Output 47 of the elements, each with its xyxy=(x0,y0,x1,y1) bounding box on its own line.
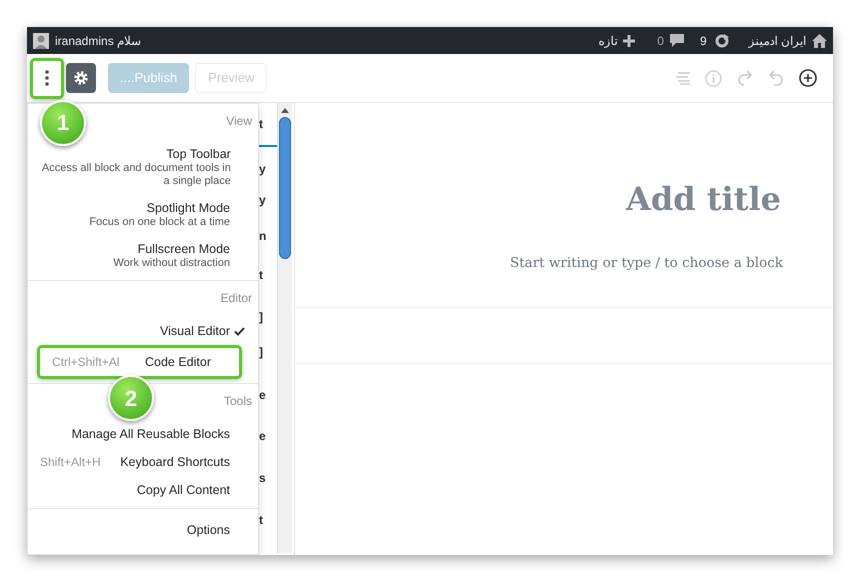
updates-count[interactable]: 9 xyxy=(700,32,707,50)
post-title-field[interactable]: Add title xyxy=(626,175,781,223)
scrollbar-thumb[interactable] xyxy=(279,117,291,259)
redo-icon[interactable] xyxy=(737,70,753,86)
home-icon xyxy=(812,34,827,48)
list-view-icon[interactable] xyxy=(674,71,690,85)
menu-item[interactable]: Copy All Content xyxy=(28,476,258,504)
comments-count[interactable]: 0 xyxy=(657,32,664,50)
tab-indicator xyxy=(259,145,278,147)
undo-icon[interactable] xyxy=(768,70,784,86)
sidebar-text: t xyxy=(259,116,263,133)
options-item[interactable]: Options xyxy=(186,521,258,540)
more-icon xyxy=(45,70,49,86)
add-block-icon[interactable] xyxy=(799,69,817,87)
settings-button[interactable] xyxy=(66,63,96,93)
comment-icon xyxy=(670,34,684,47)
sidebar-text: s xyxy=(259,470,266,487)
sidebar-text: t xyxy=(259,267,263,284)
menu-item[interactable]: Manage All Reusable Blocks xyxy=(28,420,258,448)
plus-icon xyxy=(623,34,636,46)
sidebar-text: ] xyxy=(259,309,263,326)
menu-item[interactable]: Shift+Alt+H Keyboard Shortcuts xyxy=(28,448,258,476)
sidebar-text: e xyxy=(259,428,266,445)
menu-item[interactable]: Spotlight Mode Focus on one block at a time xyxy=(28,194,258,235)
info-icon[interactable] xyxy=(705,70,722,86)
sidebar-text: e xyxy=(259,387,266,404)
paragraph-placeholder[interactable]: Start writing or type / to choose a block xyxy=(510,253,783,274)
step-badge: 2 xyxy=(108,375,154,421)
sidebar-text: n xyxy=(259,228,266,245)
section-heading: Tools xyxy=(224,393,252,410)
scrollbar[interactable] xyxy=(277,103,292,553)
refresh-icon xyxy=(714,34,729,48)
site-name[interactable]: ایران ادمینز xyxy=(748,32,806,50)
settings-icon xyxy=(73,70,89,86)
section-heading: Editor xyxy=(220,290,252,307)
sidebar-text: y xyxy=(259,192,266,209)
menu-item[interactable]: Visual Editor xyxy=(28,317,258,345)
scroll-up-icon[interactable] xyxy=(281,108,289,113)
menu-item[interactable]: Ctrl+Shift+Al Code Editor xyxy=(37,345,242,379)
menu-item[interactable]: Fullscreen Mode Work without distraction xyxy=(28,235,258,276)
sidebar-text: ] xyxy=(259,344,263,361)
sidebar-text: t xyxy=(259,512,263,529)
sidebar-text: y xyxy=(259,161,266,178)
user-greeting[interactable]: iranadmins سلام xyxy=(55,32,142,50)
avatar-icon xyxy=(33,32,49,48)
new-link[interactable]: تازه xyxy=(598,32,618,50)
section-heading: View xyxy=(226,113,252,130)
